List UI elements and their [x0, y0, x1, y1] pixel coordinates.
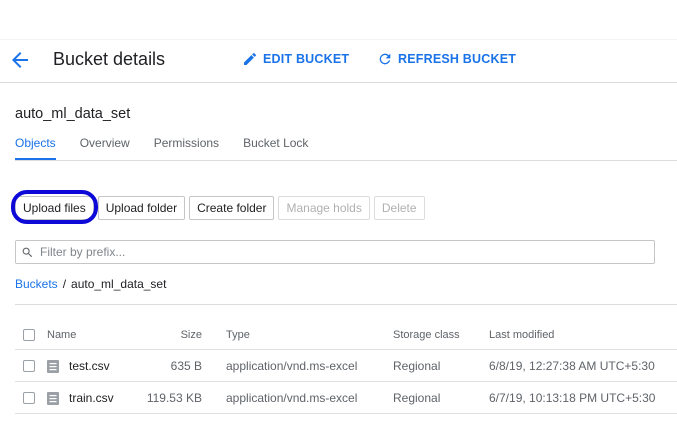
- create-folder-button[interactable]: Create folder: [189, 196, 275, 220]
- breadcrumb-current: auto_ml_data_set: [71, 277, 167, 291]
- file-storage-class: Regional: [393, 391, 441, 405]
- upload-files-button[interactable]: Upload files: [15, 196, 94, 220]
- column-header-name[interactable]: Name: [47, 320, 76, 350]
- filter-input[interactable]: [40, 243, 640, 261]
- tab-objects[interactable]: Objects: [15, 136, 56, 160]
- column-header-size[interactable]: Size: [181, 320, 202, 350]
- refresh-bucket-label: REFRESH BUCKET: [398, 52, 517, 66]
- column-header-storage-class[interactable]: Storage class: [393, 320, 460, 350]
- file-size: 119.53 KB: [146, 391, 202, 405]
- breadcrumb: Buckets / auto_ml_data_set: [15, 277, 166, 291]
- file-last-modified: 6/7/19, 10:13:18 PM UTC+5:30: [489, 391, 656, 405]
- column-header-last-modified[interactable]: Last modified: [489, 320, 554, 350]
- file-last-modified: 6/8/19, 12:27:38 AM UTC+5:30: [489, 359, 655, 373]
- manage-holds-button[interactable]: Manage holds: [278, 196, 370, 220]
- bucket-name: auto_ml_data_set: [15, 106, 131, 122]
- file-name-link[interactable]: train.csv: [69, 382, 114, 414]
- table-row: train.csv 119.53 KB application/vnd.ms-e…: [15, 382, 677, 414]
- row-checkbox[interactable]: [23, 360, 35, 372]
- refresh-icon: [379, 53, 391, 65]
- tab-bar: Objects Overview Permissions Bucket Lock: [15, 136, 332, 160]
- tab-overview[interactable]: Overview: [80, 136, 130, 160]
- breadcrumb-separator: /: [62, 277, 67, 291]
- edit-bucket-button[interactable]: EDIT BUCKET: [242, 51, 349, 67]
- objects-table: Name Size Type Storage class Last modifi…: [15, 320, 677, 414]
- breadcrumb-divider: [15, 304, 677, 305]
- file-icon: [47, 392, 59, 405]
- upload-folder-button[interactable]: Upload folder: [97, 196, 186, 220]
- tab-permissions[interactable]: Permissions: [154, 136, 219, 160]
- objects-toolbar: Upload files Upload folder Create folder…: [15, 196, 425, 220]
- tab-bucket-lock[interactable]: Bucket Lock: [243, 136, 308, 160]
- back-arrow-icon[interactable]: [8, 48, 32, 72]
- file-size: 635 B: [170, 359, 202, 373]
- table-header-row: Name Size Type Storage class Last modifi…: [15, 320, 677, 350]
- column-header-type[interactable]: Type: [226, 320, 250, 350]
- edit-bucket-label: EDIT BUCKET: [263, 52, 350, 66]
- row-checkbox[interactable]: [23, 392, 35, 404]
- search-icon: [22, 247, 33, 258]
- file-type: application/vnd.ms-excel: [226, 359, 358, 373]
- file-storage-class: Regional: [393, 359, 441, 373]
- breadcrumb-buckets-link[interactable]: Buckets: [15, 277, 58, 291]
- refresh-bucket-button[interactable]: REFRESH BUCKET: [377, 51, 516, 67]
- tabs-divider: [15, 160, 677, 161]
- file-name-link[interactable]: test.csv: [69, 350, 110, 382]
- table-row: test.csv 635 B application/vnd.ms-excel …: [15, 350, 677, 382]
- filter-box: [15, 240, 655, 264]
- select-all-checkbox[interactable]: [23, 329, 35, 341]
- page-header: Bucket details EDIT BUCKET REFRESH BUCKE…: [0, 40, 677, 83]
- page-title: Bucket details: [53, 49, 166, 69]
- file-type: application/vnd.ms-excel: [226, 391, 358, 405]
- delete-button[interactable]: Delete: [373, 196, 425, 220]
- pencil-icon: [244, 52, 257, 65]
- file-icon: [47, 360, 59, 373]
- top-bar: [0, 0, 677, 40]
